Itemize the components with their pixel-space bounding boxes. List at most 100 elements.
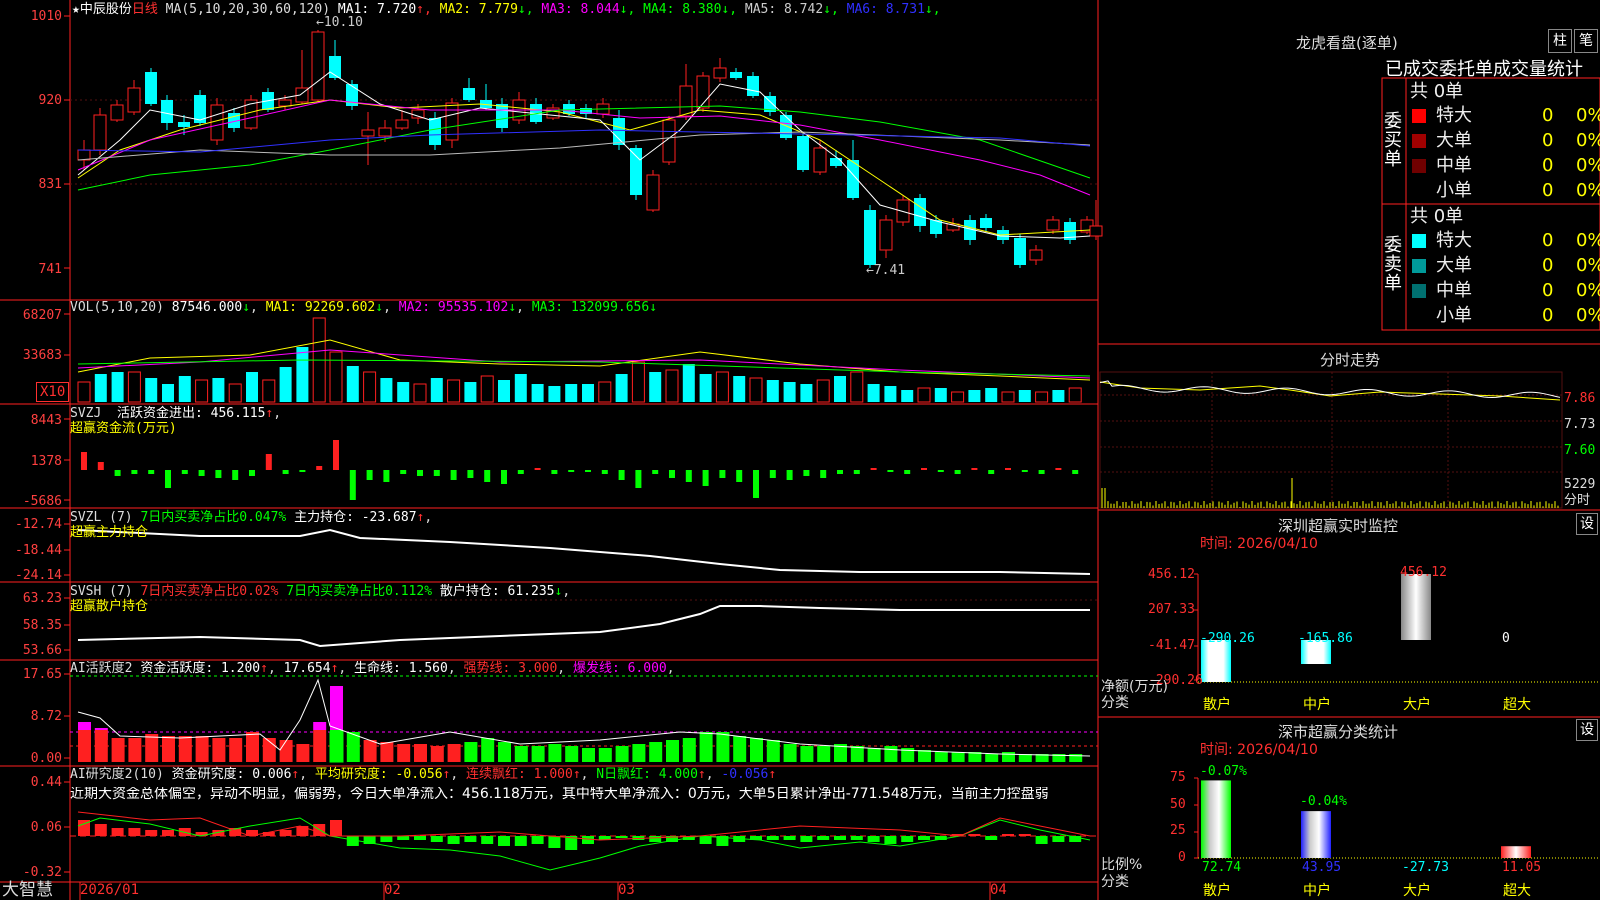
vol-bar-17 — [363, 371, 377, 403]
vol-bar-13 — [296, 347, 309, 402]
brand-label: 大智慧 — [2, 880, 53, 900]
research-bar-54 — [985, 836, 998, 840]
buy-row-qty-3: 0 — [1542, 155, 1554, 176]
realtime-settings-button[interactable]: 设 — [1576, 513, 1598, 535]
candle-45 — [830, 158, 842, 166]
cs-bar-散户 — [1201, 780, 1231, 858]
act-bar-34 — [649, 742, 663, 762]
sell-row-qty-3: 0 — [1542, 280, 1554, 301]
date-label-4: 04 — [990, 882, 1007, 898]
act-bar-22 — [447, 744, 461, 762]
research-bar-48 — [884, 836, 897, 844]
rm-bar-大户 — [1401, 574, 1431, 640]
act-bar-1 — [94, 730, 108, 762]
vol-bar-55 — [1001, 391, 1015, 403]
candle-18 — [378, 127, 392, 137]
research-bar-45 — [834, 836, 846, 840]
bar-view-tab[interactable]: 柱 — [1548, 29, 1572, 53]
act-bar-32 — [615, 746, 629, 762]
rm-value-中户: -165.86 — [1298, 631, 1353, 646]
stock-name[interactable]: ★中辰股份 — [72, 2, 132, 17]
candle-5 — [161, 100, 173, 123]
ai-research-axis-1: 0.44 — [30, 775, 62, 790]
vol-ma1 — [77, 339, 1091, 381]
research-bar-50 — [918, 836, 930, 840]
candle-42 — [780, 115, 792, 138]
vol-bar-42 — [783, 382, 796, 402]
act-bar-12 — [279, 740, 293, 762]
vol-header: VOL(5,10,20) 87546.000↓, MA1: 92269.602↓… — [70, 300, 658, 315]
vol-bar-23 — [464, 382, 477, 402]
act-bar-30 — [582, 748, 595, 762]
vol-bar-49 — [901, 390, 914, 402]
realtime-yaxis-3: -41.47 — [1148, 638, 1195, 653]
svzj-bar-1 — [97, 462, 104, 470]
vol-bar-35 — [665, 369, 679, 403]
buy-row-label-1: 特大 — [1436, 105, 1472, 126]
act-bar-31 — [598, 748, 612, 762]
realtime-time: 时间: 2026/04/10 — [1200, 536, 1318, 552]
price-axis-1: 1010 — [30, 9, 62, 24]
vol-bar-19 — [397, 382, 410, 402]
vol-bar-12 — [279, 367, 292, 402]
act-bar-43 — [800, 746, 814, 762]
intraday-axis-3: 7.60 — [1564, 443, 1596, 458]
svzj-bar-58 — [1055, 468, 1062, 470]
svzj-bar-37 — [702, 470, 709, 486]
candle-8 — [210, 104, 224, 141]
vol-bar-21 — [430, 378, 443, 402]
buy-swatch-2 — [1412, 134, 1426, 148]
vol-bar-58 — [1052, 390, 1065, 402]
period-label[interactable]: 日线 — [132, 2, 158, 17]
svzl-axis-2: -18.44 — [15, 543, 62, 558]
vol-bar-40 — [749, 377, 763, 403]
date-label-1: 2026/01 — [80, 882, 140, 898]
act-bar-21 — [430, 746, 444, 762]
vol-bar-0 — [77, 381, 91, 403]
sell-swatch-3 — [1412, 284, 1426, 298]
vol-bar-26 — [514, 374, 527, 402]
price-axis-3: 831 — [38, 177, 62, 192]
intraday-vol-axis: 5229 — [1564, 477, 1596, 492]
svzj-bar-25 — [501, 470, 507, 484]
vol-bar-24 — [480, 375, 494, 403]
svzj-bar-24 — [484, 470, 491, 482]
intraday-title[interactable]: 分时走势 — [1320, 349, 1380, 370]
research-bar-49 — [901, 836, 914, 842]
ai-research-header: AI研究度2(10) 资金研究度: 0.006↑, 平均研究度: -0.056↑… — [70, 767, 777, 782]
class-stats-time: 时间: 2026/04/10 — [1200, 742, 1318, 758]
candle-56 — [1014, 238, 1026, 265]
svsh-subtitle: 超赢散户持仓 — [70, 599, 149, 614]
svsh-line — [77, 605, 1090, 648]
sell-swatch-2 — [1412, 259, 1426, 273]
act-bar-42 — [783, 744, 797, 762]
act-bar-48 — [884, 746, 898, 762]
rm-bar-散户 — [1201, 640, 1231, 683]
research-bar-46 — [850, 836, 863, 840]
cs-cat-大户: 大户 — [1403, 883, 1431, 899]
vol-bar-5 — [162, 384, 174, 402]
vol-bar-22 — [447, 379, 461, 403]
cs-bar-中户 — [1301, 811, 1331, 858]
class-stats-settings-button[interactable]: 设 — [1576, 719, 1598, 741]
research-bar-55 — [1002, 834, 1014, 836]
cs-value-中户: 43.95 — [1302, 860, 1342, 875]
ma5-line — [77, 131, 1091, 161]
act-bar-top-14 — [313, 722, 327, 730]
svzj-bar-23 — [467, 470, 474, 478]
realtime-yaxis-2: 207.33 — [1148, 602, 1195, 617]
cs-top-散户: -0.07% — [1200, 764, 1247, 779]
ai-active-axis-1: 17.65 — [22, 667, 62, 682]
vol-bar-25 — [498, 380, 510, 402]
svzj-bar-29 — [568, 470, 575, 472]
sell-row-label-2: 大单 — [1436, 255, 1472, 276]
svzj-bar-4 — [148, 470, 155, 474]
research-bar-15 — [330, 820, 342, 836]
candle-32 — [613, 118, 625, 145]
tick-view-tab[interactable]: 笔 — [1574, 29, 1598, 53]
class-yaxis-3: 25 — [1170, 823, 1186, 838]
vol-bar-43 — [800, 384, 813, 402]
svzj-bar-45 — [837, 470, 843, 474]
act-bar-4 — [145, 734, 159, 762]
main-chart-canvas[interactable] — [0, 0, 1600, 900]
